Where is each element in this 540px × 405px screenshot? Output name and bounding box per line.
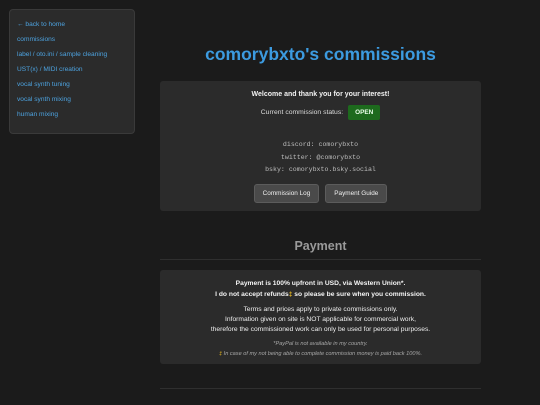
commission-log-button[interactable]: Commission Log	[253, 184, 320, 203]
refund-policy-text: I do not accept refunds‡ so please be su…	[160, 291, 481, 298]
status-label: Current commission status:	[260, 109, 344, 116]
refund-text-a: I do not accept refunds	[215, 291, 289, 298]
welcome-text: Welcome and thank you for your interest!	[251, 91, 390, 98]
contact-twitter: twitter: @comorybxto	[280, 153, 361, 161]
paypal-note: *PayPal is not available in my country.	[273, 341, 368, 347]
divider	[160, 259, 481, 260]
commercial-text: Information given on site is NOT applica…	[225, 316, 416, 323]
refund-note: ‡ In case of my not being able to comple…	[160, 351, 481, 357]
contact-bsky: bsky: comorybxto.bsky.social	[265, 166, 376, 173]
payment-card: Payment is 100% upfront in USD, via West…	[160, 270, 481, 364]
sidebar-item-sample-cleaning[interactable]: label / oto.ini / sample cleaning	[17, 51, 134, 66]
sidebar: ← back to home commissions label / oto.i…	[9, 9, 135, 134]
refund-text-b: so please be sure when you commission.	[292, 291, 426, 298]
status-row: Current commission status: OPEN	[160, 105, 481, 120]
contact-discord: discord: comorybxto	[282, 141, 359, 148]
page-title: comorybxto's commissions	[205, 44, 436, 64]
status-badge: OPEN	[348, 105, 381, 120]
sidebar-item-ust-midi[interactable]: UST(x) / MIDI creation	[17, 66, 134, 81]
intro-card: Welcome and thank you for your interest!…	[160, 81, 481, 211]
divider-bottom	[160, 388, 481, 389]
sidebar-item-commissions[interactable]: commissions	[17, 36, 134, 51]
payment-section-title: Payment	[294, 239, 347, 253]
contact-info: discord: comorybxto twitter: @comorybxto…	[160, 139, 481, 177]
terms-text: Terms and prices apply to private commis…	[243, 306, 398, 313]
payment-upfront-text: Payment is 100% upfront in USD, via West…	[235, 280, 406, 287]
sidebar-item-vocal-synth-tuning[interactable]: vocal synth tuning	[17, 81, 134, 96]
refund-note-text: In case of my not being able to complete…	[222, 351, 423, 357]
sidebar-item-back-home[interactable]: ← back to home	[17, 21, 134, 36]
payment-guide-button[interactable]: Payment Guide	[325, 184, 388, 203]
button-row: Commission Log Payment Guide	[160, 184, 481, 203]
personal-use-text: therefore the commissioned work can only…	[210, 326, 431, 333]
sidebar-item-human-mixing[interactable]: human mixing	[17, 111, 134, 126]
sidebar-item-vocal-synth-mixing[interactable]: vocal synth mixing	[17, 96, 134, 111]
